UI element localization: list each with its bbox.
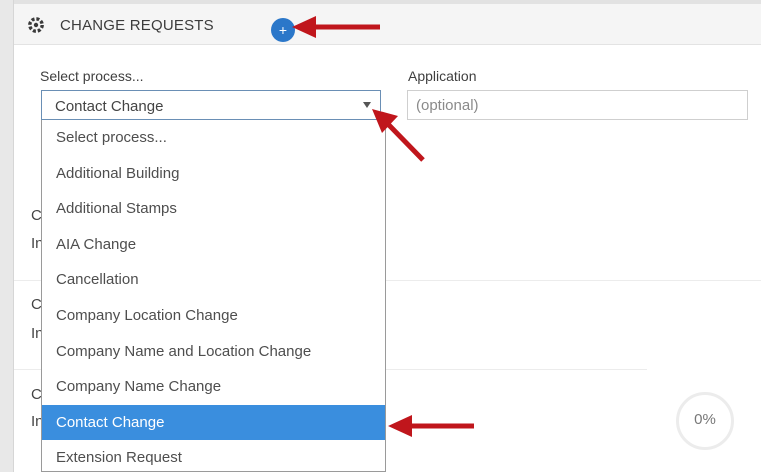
dropdown-option[interactable]: Company Name and Location Change <box>42 334 385 370</box>
dropdown-option[interactable]: Company Location Change <box>42 298 385 334</box>
dropdown-option[interactable]: Company Name Change <box>42 369 385 405</box>
process-dropdown-list: Select process... Additional Building Ad… <box>41 120 386 472</box>
dropdown-option[interactable]: Cancellation <box>42 262 385 298</box>
arrow-to-contact-change-icon <box>388 415 474 437</box>
process-label: Select process... <box>40 68 144 84</box>
process-select[interactable]: Contact Change <box>41 90 381 120</box>
cog-icon <box>28 17 44 33</box>
add-change-request-button[interactable]: + <box>271 18 295 42</box>
dropdown-option[interactable]: Select process... <box>42 120 385 156</box>
panel-header: CHANGE REQUESTS + <box>14 4 761 45</box>
dropdown-option[interactable]: Additional Stamps <box>42 191 385 227</box>
application-input[interactable] <box>407 90 748 120</box>
page-title: CHANGE REQUESTS <box>60 17 214 34</box>
window-frame-left <box>0 0 14 472</box>
dropdown-option-selected[interactable]: Contact Change <box>42 404 385 441</box>
progress-indicator: 0% <box>676 392 734 450</box>
chevron-down-icon <box>363 102 371 108</box>
process-select-value: Contact Change <box>55 98 164 115</box>
application-label: Application <box>408 68 477 84</box>
dropdown-option[interactable]: Extension Request <box>42 440 385 471</box>
dropdown-option[interactable]: Additional Building <box>42 156 385 192</box>
dropdown-option[interactable]: AIA Change <box>42 227 385 263</box>
